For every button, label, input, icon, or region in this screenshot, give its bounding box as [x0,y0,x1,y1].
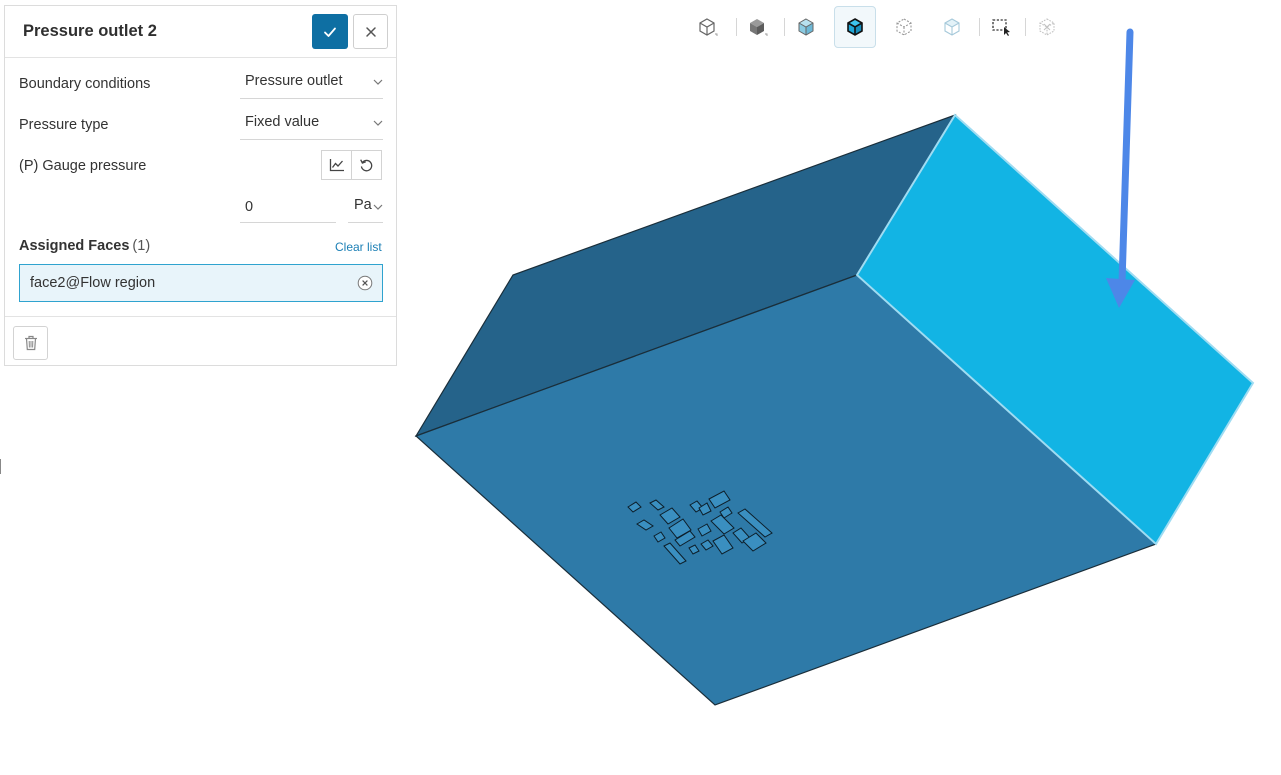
boundary-conditions-label: Boundary conditions [19,76,151,92]
pressure-type-select[interactable]: Fixed value [240,110,383,140]
reset-icon [360,158,373,171]
box-select-icon [992,19,1010,36]
annotation-arrow [1106,28,1135,308]
cube-wireframe-icon [896,18,912,36]
view-solid-edges-button[interactable] [785,6,827,48]
cube-hidden-icon [1039,18,1055,36]
view-isometric-button[interactable] [686,6,728,48]
assigned-face-label: face2@Flow region [30,275,156,291]
cube-transparent-icon [944,18,960,36]
assigned-faces-heading: Assigned Faces (1) [19,238,150,254]
view-transparent-button[interactable] [931,6,973,48]
bottom-face[interactable] [414,274,1158,706]
check-icon [324,27,336,37]
panel-title: Pressure outlet 2 [23,22,157,40]
boundary-condition-panel: Pressure outlet 2 Boundary conditions Pr… [4,5,397,366]
reset-button[interactable] [351,150,382,180]
chevron-down-icon [373,120,383,126]
assigned-faces-count: (1) [132,238,151,254]
view-solid-edges-active-button[interactable] [834,6,876,48]
delete-button[interactable] [13,326,48,360]
confirm-button[interactable] [312,14,348,49]
pressure-type-label: Pressure type [19,117,109,133]
chevron-down-icon [373,204,383,210]
cube-outline-icon [699,18,718,36]
view-wireframe-button[interactable] [883,6,925,48]
close-button[interactable] [353,14,388,49]
pressure-type-value: Fixed value [245,114,320,130]
unit-select[interactable]: Pa [348,192,383,223]
trash-icon [24,335,37,351]
unit-value: Pa [354,197,372,213]
assigned-faces-label: Assigned Faces [19,238,130,254]
boundary-conditions-value: Pressure outlet [245,73,343,89]
chart-icon [329,159,344,172]
close-icon [365,26,376,37]
cube-edges-icon [847,18,863,36]
clear-list-link[interactable]: Clear list [335,240,382,254]
panel-header: Pressure outlet 2 [5,6,396,58]
panel-divider [5,316,396,317]
cube-solid-icon [750,19,768,36]
hidden-item-button[interactable] [1026,6,1068,48]
building-geometry [627,490,773,565]
boundary-conditions-select[interactable]: Pressure outlet [240,69,383,99]
edge-marker [0,459,1,474]
remove-face-icon[interactable] [357,275,373,291]
box-select-button[interactable] [980,6,1022,48]
cube-shaded-icon [798,18,814,36]
chart-button[interactable] [321,150,352,180]
back-face[interactable] [414,113,957,438]
assigned-face-item[interactable]: face2@Flow region [19,264,383,302]
chevron-down-icon [373,79,383,85]
selected-outlet-face[interactable] [855,113,1255,546]
gauge-pressure-label: (P) Gauge pressure [19,158,147,174]
gauge-pressure-input[interactable] [240,192,336,223]
view-solid-button[interactable] [736,6,778,48]
